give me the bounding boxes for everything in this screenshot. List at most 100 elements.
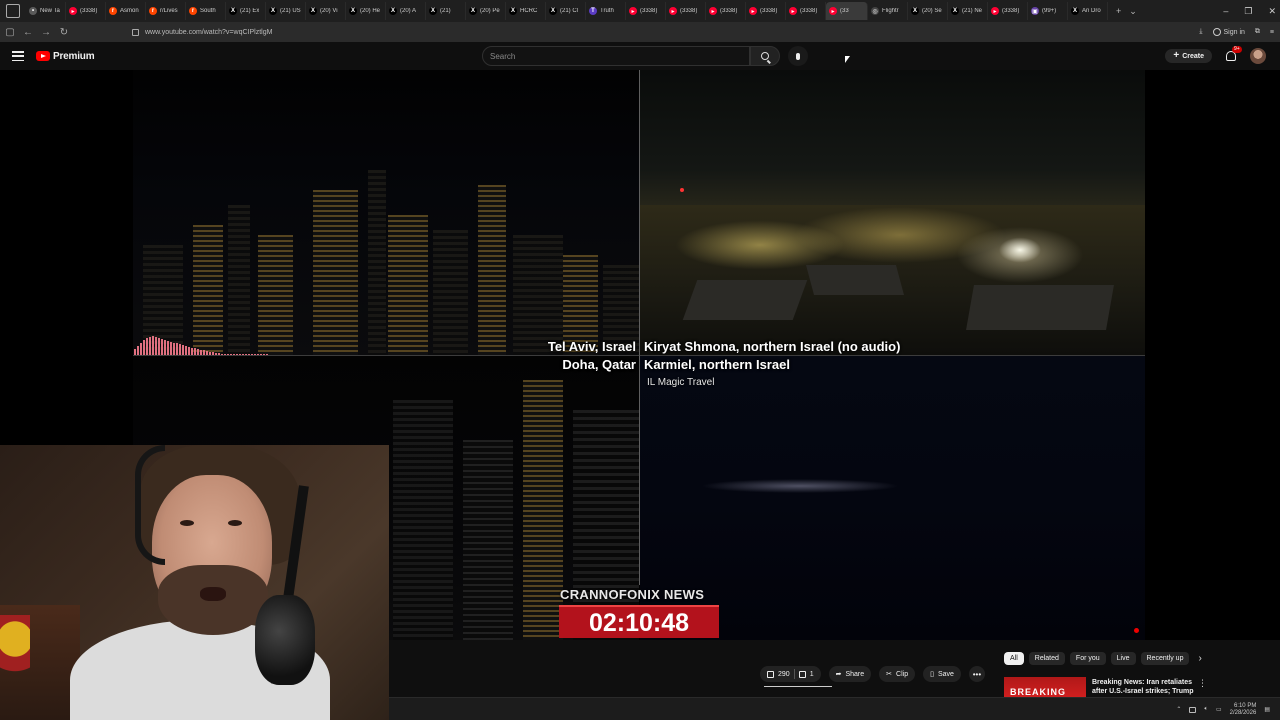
notifications-bell-icon[interactable]: 9+ xyxy=(1226,46,1242,61)
tab-label: (33 xyxy=(840,8,849,14)
microphone-icon xyxy=(255,595,315,685)
tray-chevron-icon[interactable]: ⌃ xyxy=(1176,706,1181,713)
streamer-webcam-overlay xyxy=(0,445,389,720)
karmiel-camera-feed xyxy=(640,356,1145,640)
browser-tab[interactable]: ▸ (33 xyxy=(826,2,868,20)
browser-tab[interactable]: ▸ (3338) xyxy=(706,2,746,20)
tab-label: (99+) xyxy=(1042,8,1057,14)
video-actions: 290 1 ➦ Share ✂ Clip ▯ Save ••• xyxy=(760,666,985,682)
thumbs-down-icon[interactable] xyxy=(798,670,806,678)
maximize-button[interactable]: ❐ xyxy=(1244,6,1252,17)
chips-next-icon[interactable]: › xyxy=(1198,653,1201,664)
system-clock[interactable]: 6:10 PM 2/28/2026 xyxy=(1230,703,1257,717)
save-button[interactable]: ▯ Save xyxy=(923,666,961,682)
tab-favicon-icon: ◎ xyxy=(871,7,879,15)
tab-label: (20) Vi xyxy=(320,8,338,14)
notification-center-icon[interactable]: ▤ xyxy=(1264,706,1270,713)
address-bar: ▢ ← → ↻ www.youtube.com/watch?v=wqCIPlzt… xyxy=(0,22,1280,42)
tab-favicon-icon: T xyxy=(589,7,597,15)
thumbs-up-icon[interactable] xyxy=(767,670,774,678)
browser-tab[interactable]: ▸ (3338) xyxy=(988,2,1028,20)
back-button[interactable]: ← xyxy=(20,27,36,38)
browser-tab[interactable]: X An Dro xyxy=(1068,2,1108,20)
browser-tab[interactable]: ◎ Flightr xyxy=(868,2,908,20)
tab-label: (3338) xyxy=(760,8,778,14)
clip-button[interactable]: ✂ Clip xyxy=(879,666,916,682)
feed-label-kiryat-shmona: Kiryat Shmona, northern Israel (no audio… xyxy=(644,339,901,354)
download-icon[interactable]: ⤓ xyxy=(1199,28,1202,36)
browser-tab[interactable]: ▸ (3338) xyxy=(66,2,106,20)
youtube-play-icon xyxy=(36,51,50,61)
feed-divider-vertical xyxy=(639,70,640,585)
microphone-icon xyxy=(796,52,800,60)
search-button[interactable] xyxy=(750,46,780,66)
new-tab-button[interactable]: + xyxy=(1116,6,1121,16)
search-box[interactable] xyxy=(482,46,750,66)
tab-label: New Ta xyxy=(40,8,60,14)
battery-icon[interactable]: ▭ xyxy=(1216,706,1222,713)
more-actions-button[interactable]: ••• xyxy=(968,666,985,682)
create-button[interactable]: + Create xyxy=(1165,49,1212,63)
chip-for-you[interactable]: For you xyxy=(1069,652,1106,665)
browser-tab[interactable]: X (20) He xyxy=(346,2,386,20)
browser-tab[interactable]: r Asmon xyxy=(106,2,146,20)
search-input[interactable] xyxy=(490,51,749,61)
youtube-logo[interactable]: Premium xyxy=(36,51,95,62)
browser-tab[interactable]: ▸ (3338) xyxy=(626,2,666,20)
browser-tab[interactable]: X (21) Ex xyxy=(226,2,266,20)
minimize-button[interactable]: – xyxy=(1223,6,1228,16)
kiryat-shmona-camera-feed xyxy=(640,70,1145,355)
sign-in-button[interactable]: Sign in xyxy=(1212,28,1245,36)
account-avatar[interactable] xyxy=(1250,48,1266,64)
close-window-button[interactable]: ✕ xyxy=(1268,6,1276,17)
browser-tab[interactable]: X (21) Cl xyxy=(546,2,586,20)
forward-button[interactable]: → xyxy=(38,27,54,38)
tab-label: HCRC xyxy=(520,8,538,14)
browser-tab[interactable]: ▸ (3338) xyxy=(746,2,786,20)
browser-tab[interactable]: X (21) xyxy=(426,2,466,20)
chip-live[interactable]: Live xyxy=(1110,652,1136,665)
recommended-video-menu-icon[interactable]: ⋮ xyxy=(1198,678,1207,689)
extensions-icon[interactable]: ⧉ xyxy=(1255,28,1260,36)
sidebar-toggle-icon[interactable]: ▢ xyxy=(2,27,18,38)
browser-tab[interactable]: r South xyxy=(186,2,226,20)
chip-related[interactable]: Related xyxy=(1028,652,1065,665)
browser-tab[interactable]: T Truth xyxy=(586,2,626,20)
browser-tab[interactable]: ▣ (99+) xyxy=(1028,2,1068,20)
tab-list-button[interactable]: ⌄ xyxy=(1129,6,1137,17)
chip-recently-up[interactable]: Recently up xyxy=(1140,652,1190,665)
tab-favicon-icon: r xyxy=(189,7,197,15)
hamburger-menu-icon[interactable] xyxy=(12,51,24,61)
voice-search-button[interactable] xyxy=(788,46,808,66)
network-icon[interactable] xyxy=(1189,706,1197,713)
tab-favicon-icon: ▸ xyxy=(69,7,77,15)
recommended-video-title[interactable]: Breaking News: Iran retaliates after U.S… xyxy=(1092,678,1194,696)
browser-tab[interactable]: • New Ta xyxy=(26,2,66,20)
browser-tab[interactable]: X (20) A xyxy=(386,2,426,20)
browser-tab[interactable]: ▸ (3338) xyxy=(666,2,706,20)
browser-tab[interactable]: X (21) Ne xyxy=(948,2,988,20)
browser-tab[interactable]: X HCRC xyxy=(506,2,546,20)
reload-button[interactable]: ↻ xyxy=(56,27,72,38)
tab-favicon-icon: ▸ xyxy=(829,7,837,15)
chip-all[interactable]: All xyxy=(1004,652,1024,665)
tab-favicon-icon: • xyxy=(29,7,37,15)
tab-favicon-icon: X xyxy=(309,7,317,15)
share-button[interactable]: ➦ Share xyxy=(828,666,872,682)
url-field[interactable]: www.youtube.com/watch?v=wqCIPlztlgM xyxy=(132,28,272,36)
browser-tab[interactable]: ▸ (3338) xyxy=(786,2,826,20)
browser-menu-icon[interactable] xyxy=(6,4,20,18)
like-count[interactable]: 290 xyxy=(778,671,790,678)
tab-favicon-icon: X xyxy=(349,7,357,15)
dislike-count[interactable]: 1 xyxy=(810,671,814,678)
volume-icon[interactable]: 🔈︎ xyxy=(1204,706,1208,713)
browser-tab[interactable]: X (21) US xyxy=(266,2,306,20)
system-tray: ⌃ 🔈︎ ▭ 6:10 PM 2/28/2026 ▤ xyxy=(1176,698,1270,720)
browser-tab[interactable]: r r/Lives xyxy=(146,2,186,20)
tab-strip: • New Ta ▸ (3338) r Asmon r r/Lives r South X (21) … xyxy=(26,0,1108,22)
browser-tab[interactable]: X (20) Vi xyxy=(306,2,346,20)
browser-tab[interactable]: X (20) Pe xyxy=(466,2,506,20)
browser-menu-dots-icon[interactable]: ≡ xyxy=(1270,29,1274,36)
plus-icon: + xyxy=(1173,50,1180,61)
browser-tab[interactable]: X (20) Se xyxy=(908,2,948,20)
